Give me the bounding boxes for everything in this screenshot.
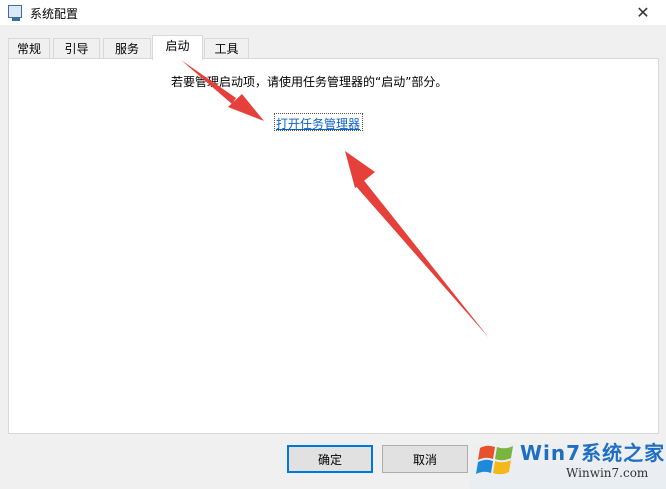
window-title: 系统配置 xyxy=(30,7,79,21)
open-task-manager-link[interactable]: 打开任务管理器 xyxy=(276,115,360,132)
tab-general[interactable]: 常规 xyxy=(8,38,50,59)
startup-panel: 若要管理启动项，请使用任务管理器的“启动”部分。 打开任务管理器 xyxy=(8,58,659,434)
tab-services[interactable]: 服务 xyxy=(103,38,151,59)
watermark-url: Winwin7.com xyxy=(566,466,649,480)
tab-startup[interactable]: 启动 xyxy=(152,35,203,60)
cancel-button[interactable]: 取消 xyxy=(382,445,468,473)
watermark-brand: Win7系统之家 xyxy=(520,441,666,465)
windows-flag-icon xyxy=(476,445,513,475)
tab-boot[interactable]: 引导 xyxy=(53,38,100,59)
close-button[interactable]: ✕ xyxy=(620,0,666,25)
startup-hint: 若要管理启动项，请使用任务管理器的“启动”部分。 xyxy=(171,75,448,89)
title-bar: 系统配置 ✕ xyxy=(0,0,666,25)
msconfig-icon xyxy=(8,5,22,21)
tab-tools[interactable]: 工具 xyxy=(204,38,249,59)
ok-button[interactable]: 确定 xyxy=(287,445,373,473)
close-icon: ✕ xyxy=(636,3,650,22)
site-watermark: Win7系统之家 Winwin7.com xyxy=(470,434,666,489)
